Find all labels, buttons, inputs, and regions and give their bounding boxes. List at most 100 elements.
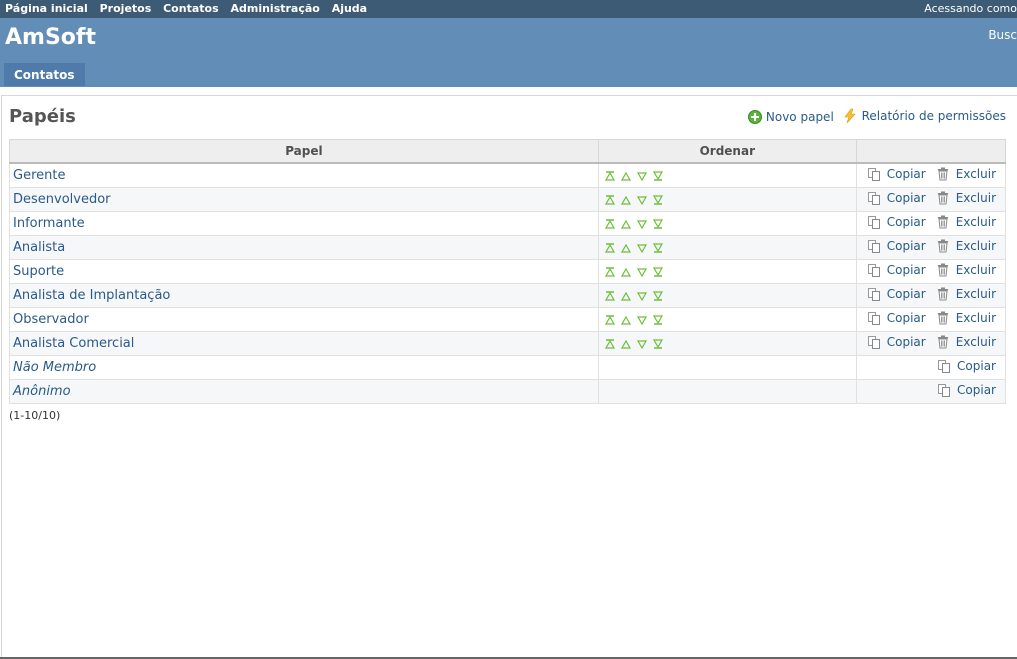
copy-label: Copiar (886, 167, 926, 181)
role-name-link[interactable]: Anônimo (13, 384, 71, 399)
copy-role-button[interactable]: Copiar (867, 287, 926, 301)
trash-icon (937, 191, 948, 205)
top-menu-help[interactable]: Ajuda (332, 2, 367, 15)
top-menu-contacts[interactable]: Contatos (163, 2, 219, 15)
copy-role-button[interactable]: Copiar (867, 215, 926, 229)
role-name-link[interactable]: Gerente (13, 168, 65, 183)
move-down-icon[interactable] (636, 267, 648, 277)
table-row: Analista Copiar Excluir (9, 235, 1007, 260)
top-menu-administration[interactable]: Administração (230, 2, 319, 15)
copy-icon (867, 312, 880, 325)
delete-role-button[interactable]: Excluir (936, 263, 996, 277)
trash-icon (937, 287, 948, 301)
move-up-icon[interactable] (620, 219, 632, 229)
table-row: Gerente Copiar Excluir (9, 162, 1007, 188)
move-up-icon[interactable] (620, 195, 632, 205)
role-order-cell (597, 283, 857, 308)
trash-icon (937, 239, 948, 253)
copy-role-button[interactable]: Copiar (867, 191, 926, 205)
copy-role-button[interactable]: Copiar (937, 383, 996, 397)
copy-role-button[interactable]: Copiar (867, 335, 926, 349)
role-name-link[interactable]: Desenvolvedor (13, 192, 111, 207)
top-menu-projects[interactable]: Projetos (100, 2, 152, 15)
role-order-cell (597, 307, 857, 332)
role-name-link[interactable]: Suporte (13, 264, 64, 279)
move-top-icon[interactable] (604, 290, 616, 301)
role-name-link[interactable]: Analista de Implantação (13, 288, 170, 303)
delete-label: Excluir (955, 335, 996, 349)
trash-icon (937, 263, 948, 277)
move-top-icon[interactable] (604, 170, 616, 181)
move-up-icon[interactable] (620, 243, 632, 253)
copy-label: Copiar (886, 215, 926, 229)
move-bottom-icon[interactable] (652, 266, 664, 277)
header: AmSoft Busc Contatos (0, 18, 1017, 87)
delete-role-button[interactable]: Excluir (936, 239, 996, 253)
main-content: Papéis Novo papel Relatório de permissõe… (1, 95, 1017, 659)
move-up-icon[interactable] (620, 339, 632, 349)
copy-label: Copiar (886, 263, 926, 277)
move-top-icon[interactable] (604, 266, 616, 277)
move-top-icon[interactable] (604, 338, 616, 349)
copy-role-button[interactable]: Copiar (867, 263, 926, 277)
role-name-cell: Analista Comercial (9, 331, 599, 356)
top-menu-links: Página inicial Projetos Contatos Adminis… (5, 2, 375, 15)
role-name-cell: Analista de Implantação (9, 283, 599, 308)
role-name-cell: Gerente (9, 162, 599, 188)
move-top-icon[interactable] (604, 218, 616, 229)
move-up-icon[interactable] (620, 315, 632, 325)
role-name-link[interactable]: Analista (13, 240, 65, 255)
copy-role-button[interactable]: Copiar (867, 239, 926, 253)
move-up-icon[interactable] (620, 171, 632, 181)
delete-role-button[interactable]: Excluir (936, 215, 996, 229)
move-bottom-icon[interactable] (652, 290, 664, 301)
delete-role-button[interactable]: Excluir (936, 287, 996, 301)
delete-role-button[interactable]: Excluir (936, 167, 996, 181)
move-bottom-icon[interactable] (652, 314, 664, 325)
move-top-icon[interactable] (604, 314, 616, 325)
delete-role-button[interactable]: Excluir (936, 311, 996, 325)
delete-label: Excluir (955, 287, 996, 301)
move-bottom-icon[interactable] (652, 194, 664, 205)
copy-icon (867, 192, 880, 205)
new-role-link[interactable]: Novo papel (747, 110, 834, 124)
role-name-link[interactable]: Analista Comercial (13, 336, 134, 351)
move-bottom-icon[interactable] (652, 170, 664, 181)
delete-role-button[interactable]: Excluir (936, 335, 996, 349)
role-actions-cell: Copiar Excluir (855, 162, 1007, 188)
move-down-icon[interactable] (636, 243, 648, 253)
role-name-link[interactable]: Não Membro (13, 360, 96, 375)
trash-icon (937, 215, 948, 229)
top-menu: Página inicial Projetos Contatos Adminis… (0, 0, 1017, 18)
move-down-icon[interactable] (636, 291, 648, 301)
move-down-icon[interactable] (636, 171, 648, 181)
role-order-cell (597, 355, 857, 380)
role-name-link[interactable]: Observador (13, 312, 89, 327)
delete-label: Excluir (955, 239, 996, 253)
delete-role-button[interactable]: Excluir (936, 191, 996, 205)
move-down-icon[interactable] (636, 195, 648, 205)
move-bottom-icon[interactable] (652, 218, 664, 229)
move-down-icon[interactable] (636, 339, 648, 349)
copy-role-button[interactable]: Copiar (867, 167, 926, 181)
move-top-icon[interactable] (604, 194, 616, 205)
role-actions-cell: Copiar Excluir (855, 331, 1007, 356)
copy-role-button[interactable]: Copiar (937, 359, 996, 373)
role-actions-cell: Copiar Excluir (855, 283, 1007, 308)
column-header-order[interactable]: Ordenar (597, 139, 857, 164)
tab-contacts[interactable]: Contatos (4, 63, 85, 86)
role-name-link[interactable]: Informante (13, 216, 85, 231)
column-header-role[interactable]: Papel (9, 139, 599, 164)
permissions-report-link[interactable]: Relatório de permissões (842, 108, 1006, 124)
copy-label: Copiar (886, 311, 926, 325)
top-menu-home[interactable]: Página inicial (5, 2, 88, 15)
move-down-icon[interactable] (636, 315, 648, 325)
copy-role-button[interactable]: Copiar (867, 311, 926, 325)
move-up-icon[interactable] (620, 291, 632, 301)
move-bottom-icon[interactable] (652, 242, 664, 253)
copy-label: Copiar (957, 359, 996, 373)
move-bottom-icon[interactable] (652, 338, 664, 349)
move-down-icon[interactable] (636, 219, 648, 229)
move-top-icon[interactable] (604, 242, 616, 253)
move-up-icon[interactable] (620, 267, 632, 277)
